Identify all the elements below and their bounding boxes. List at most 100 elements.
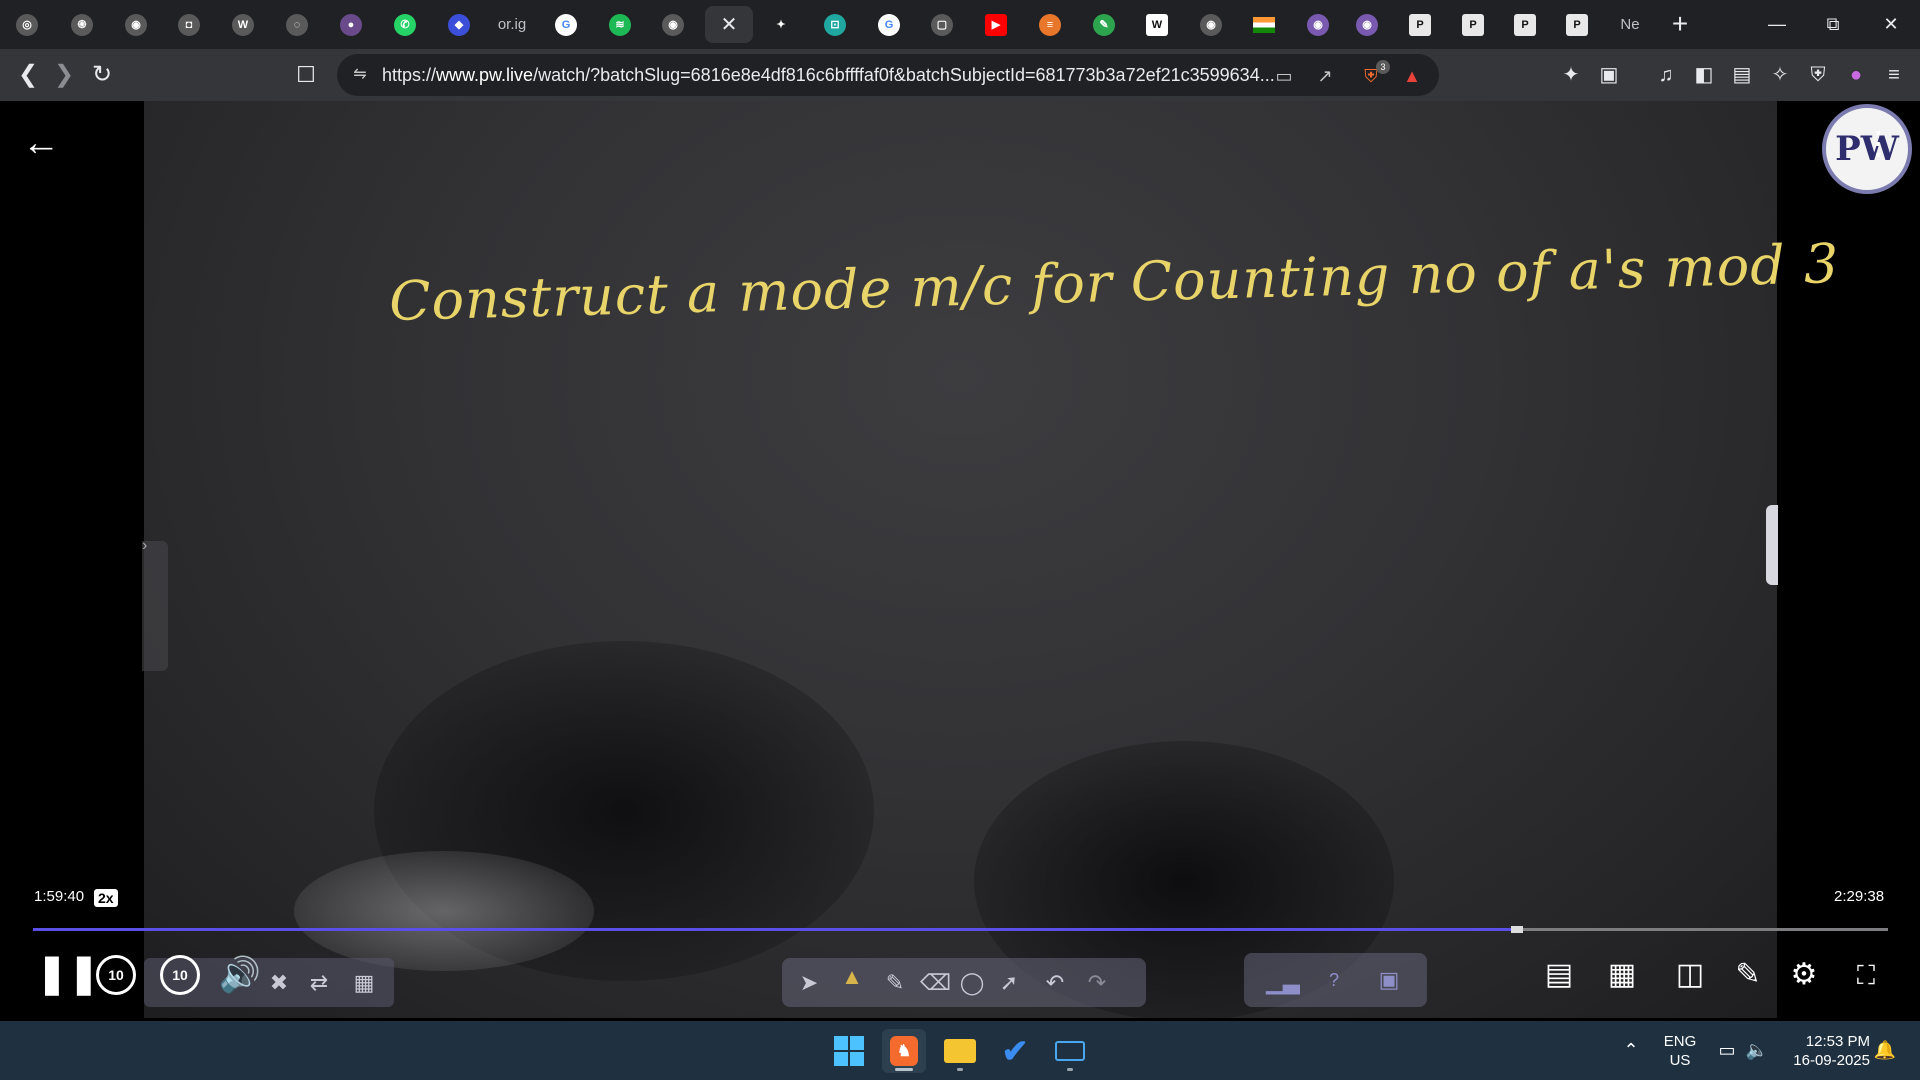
playback-speed-badge[interactable]: 2x xyxy=(94,889,118,907)
taskbar-file-explorer[interactable] xyxy=(938,1029,982,1073)
browser-tab[interactable]: W xyxy=(221,6,265,43)
purple-badge-icon: ◉ xyxy=(1307,13,1329,36)
extensions-icon[interactable]: ✦ xyxy=(1557,49,1585,86)
browser-tab[interactable]: or.ig xyxy=(490,6,534,43)
more-options-icon[interactable]: ⋮ xyxy=(1862,123,1894,163)
settings-gear-icon[interactable]: ⚙ xyxy=(1782,953,1826,997)
close-icon: ✕ xyxy=(720,14,738,36)
close-window-button[interactable]: ✕ xyxy=(1868,8,1914,40)
side-tab-right[interactable] xyxy=(1766,505,1778,585)
browser-tab[interactable]: ✆ xyxy=(383,6,427,43)
chat-icon[interactable]: ▤ xyxy=(1537,953,1581,997)
forward-button[interactable]: ❯ xyxy=(48,59,80,91)
browser-tab[interactable]: ✕ xyxy=(705,6,753,43)
browser-tab[interactable]: ✦ xyxy=(759,6,803,43)
bookmark-icon[interactable]: ☐ xyxy=(290,59,322,91)
profile-icon[interactable]: ● xyxy=(1842,49,1870,86)
browser-tab[interactable]: ◘ xyxy=(167,6,211,43)
site-settings-icon[interactable]: ⇋ xyxy=(349,64,371,86)
redo-icon: ↷ xyxy=(1087,970,1107,995)
new-tab-button[interactable]: + xyxy=(1665,10,1695,40)
vpn-icon[interactable]: ⛨ xyxy=(1804,49,1832,86)
back-arrow-icon[interactable]: ← xyxy=(22,123,62,163)
notification-bell-icon[interactable]: 🔔 xyxy=(1872,1037,1898,1063)
show-hidden-icons-icon[interactable]: ⌃ xyxy=(1618,1037,1644,1063)
browser-tab[interactable]: ◉ xyxy=(1189,6,1233,43)
media-icon[interactable]: ♫ xyxy=(1652,49,1680,86)
windows-start-button[interactable] xyxy=(827,1029,871,1073)
browser-tab[interactable]: G xyxy=(867,6,911,43)
browser-tab[interactable]: ◌ xyxy=(275,6,319,43)
network-icon[interactable]: ▭ xyxy=(1714,1037,1740,1063)
board-tools-right: ▁▃ ? ▣ xyxy=(1244,953,1427,1007)
youtube-icon: ▶ xyxy=(985,13,1007,36)
language-indicator[interactable]: ENG US xyxy=(1660,1032,1700,1070)
browser-tab[interactable]: ▢ xyxy=(920,6,964,43)
share-icon[interactable]: ↗ xyxy=(1312,63,1338,89)
sidebar-icon[interactable]: ◧ xyxy=(1690,49,1718,86)
reload-button[interactable]: ↻ xyxy=(86,59,118,91)
fullscreen-icon[interactable]: ⛶ xyxy=(1844,953,1888,997)
browser-tab[interactable]: G xyxy=(544,6,588,43)
browser-tab[interactable]: ◉ xyxy=(651,6,695,43)
browser-tab[interactable]: ≡ xyxy=(1028,6,1072,43)
browser-tab[interactable]: ≋ xyxy=(598,6,642,43)
url-text[interactable]: https://www.pw.live/watch/?batchSlug=681… xyxy=(382,65,1275,86)
cast-icon[interactable]: ▭ xyxy=(1271,63,1297,89)
picture-in-picture-icon[interactable]: ◫ xyxy=(1668,953,1712,997)
globe-icon: ◉ xyxy=(662,13,684,36)
side-panel-handle[interactable]: › xyxy=(142,537,168,671)
clock[interactable]: 12:53 PM 16-09-2025 xyxy=(1782,1032,1870,1070)
page-search-icon[interactable]: ▣ xyxy=(1595,49,1623,86)
progress-bar[interactable] xyxy=(33,926,1888,933)
browser-tab[interactable]: ● xyxy=(329,6,373,43)
browser-tab[interactable]: ▶ xyxy=(974,6,1018,43)
w3schools-icon: W xyxy=(232,13,254,36)
browser-tab[interactable]: ◉ xyxy=(114,6,158,43)
google-icon: G xyxy=(555,13,577,36)
pw-icon: P xyxy=(1462,13,1484,36)
leo-ai-icon[interactable]: ✧ xyxy=(1766,49,1794,86)
browser-tab[interactable]: W xyxy=(1135,6,1179,43)
wallet-icon[interactable]: ▤ xyxy=(1728,49,1756,86)
google-icon: G xyxy=(878,13,900,36)
question-icon: ? xyxy=(1328,970,1339,990)
taskbar-todo[interactable]: ✔ xyxy=(993,1029,1037,1073)
pause-button[interactable]: ❚❚ xyxy=(36,951,100,997)
browser-tab[interactable]: ◉ xyxy=(1296,6,1340,43)
browser-tab[interactable] xyxy=(1242,6,1286,43)
browser-tab[interactable]: ◉ xyxy=(1345,6,1389,43)
address-bar[interactable]: ⇋ https://www.pw.live/watch/?batchSlug=6… xyxy=(337,54,1439,96)
clock-date: 16-09-2025 xyxy=(1793,1052,1870,1069)
browser-tab[interactable]: ⊡ xyxy=(813,6,857,43)
back-button[interactable]: ❮ xyxy=(12,59,44,91)
lasso-icon: ◯ xyxy=(959,970,985,995)
browser-tab[interactable]: ◎ xyxy=(5,6,49,43)
video-player[interactable]: Construct a mode m/c for Counting no of … xyxy=(0,101,1920,1021)
forward-10-button[interactable]: 10 xyxy=(160,955,200,995)
menu-icon[interactable]: ≡ xyxy=(1880,49,1908,86)
browser-tab[interactable]: P xyxy=(1555,6,1599,43)
restore-button[interactable]: ⧉ xyxy=(1810,8,1856,40)
taskbar-brave[interactable]: ♞ xyxy=(882,1029,926,1073)
browser-tab[interactable]: Ne xyxy=(1608,6,1652,43)
translate-icon[interactable]: ▦ xyxy=(1600,953,1644,997)
eraser-icon: ⌫ xyxy=(920,970,952,995)
brave-rewards-icon[interactable]: ▲ xyxy=(1399,63,1425,89)
browser-tab[interactable]: ✎ xyxy=(1082,6,1126,43)
minimize-button[interactable]: — xyxy=(1754,8,1800,40)
volume-tray-icon[interactable]: 🔈 xyxy=(1744,1037,1770,1063)
browser-tab[interactable]: P xyxy=(1398,6,1442,43)
notes-icon[interactable]: ✎ xyxy=(1726,953,1770,997)
browser-tab[interactable]: ◆ xyxy=(437,6,481,43)
checkmark-icon: ✔ xyxy=(1001,1033,1029,1069)
perplexity-icon: ⊡ xyxy=(824,13,846,36)
browser-tab[interactable]: P xyxy=(1451,6,1495,43)
progress-thumb[interactable] xyxy=(1511,926,1523,933)
taskbar-keyboard-app[interactable] xyxy=(1048,1029,1092,1073)
browser-tab[interactable]: ֍ xyxy=(60,6,104,43)
camera-icon: ▣ xyxy=(1378,967,1400,992)
browser-tab[interactable]: P xyxy=(1503,6,1547,43)
volume-icon[interactable]: 🔊 xyxy=(215,953,265,997)
rewind-10-button[interactable]: 10 xyxy=(96,955,136,995)
